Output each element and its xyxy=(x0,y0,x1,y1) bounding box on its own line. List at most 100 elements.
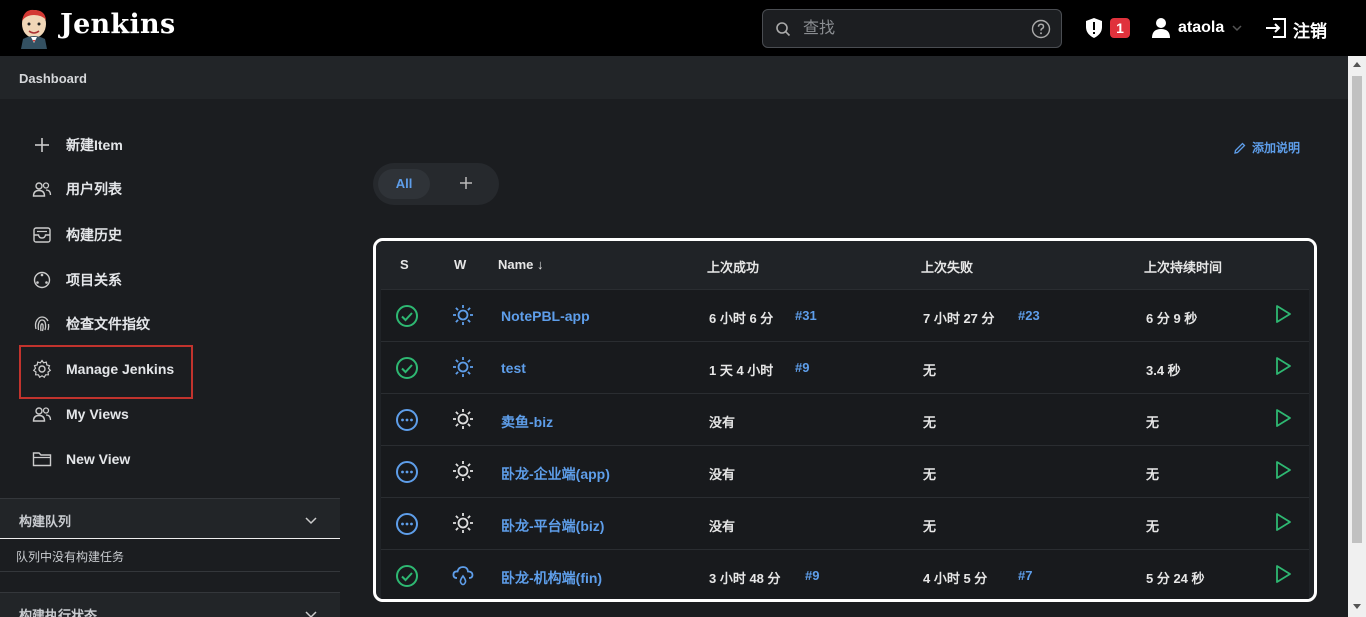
last-success-build-link[interactable]: #9 xyxy=(795,360,809,375)
weather-sunny-icon xyxy=(453,305,473,325)
weather-sunny-icon xyxy=(453,409,473,429)
folder-icon xyxy=(32,452,52,467)
search-box[interactable] xyxy=(762,9,1062,48)
sidebar-item-my-views[interactable]: My Views xyxy=(32,400,129,428)
logout-link[interactable]: 注销 xyxy=(1293,17,1327,42)
weather-sunny-icon xyxy=(453,461,473,481)
status-success-icon[interactable] xyxy=(395,564,419,588)
job-name-link[interactable]: NotePBL-app xyxy=(501,308,590,324)
chevron-down-icon[interactable] xyxy=(1231,22,1243,34)
sidebar-item-manage-jenkins[interactable]: Manage Jenkins xyxy=(32,355,174,383)
col-last-duration-header[interactable]: 上次持续时间 xyxy=(1144,257,1222,276)
scroll-thumb[interactable] xyxy=(1352,76,1362,543)
jenkins-logo-icon[interactable] xyxy=(18,7,50,49)
play-build-icon[interactable] xyxy=(1274,460,1292,480)
security-shield-icon[interactable] xyxy=(1084,17,1104,39)
last-failure-build-link[interactable]: #23 xyxy=(1018,308,1040,323)
sidebar-item-label: My Views xyxy=(66,406,129,422)
last-failure-build-link[interactable]: #7 xyxy=(1018,568,1032,583)
last-failure-text: 无 xyxy=(923,363,937,378)
col-status-header[interactable]: S xyxy=(400,257,409,272)
fingerprint-icon xyxy=(34,316,50,332)
build-queue-body: 队列中没有构建任务 xyxy=(0,538,340,572)
logout-icon[interactable] xyxy=(1264,17,1288,39)
sidebar-item-label: 检查文件指纹 xyxy=(66,316,150,332)
build-queue-header[interactable]: 构建队列 xyxy=(0,498,340,538)
col-weather-header[interactable]: W xyxy=(454,257,466,272)
table-row: NotePBL-app 6 小时 6 分 #31 7 小时 27 分 #23 6 分 9 … xyxy=(381,289,1309,341)
weather-sunny-icon xyxy=(453,513,473,533)
col-last-success-header[interactable]: 上次成功 xyxy=(707,257,759,276)
sidebar-item-label: 项目关系 xyxy=(66,272,122,288)
status-not-built-icon[interactable] xyxy=(395,408,419,432)
gear-icon xyxy=(32,359,52,379)
sidebar-item-new-item[interactable]: 新建Item xyxy=(32,131,123,159)
job-name-link[interactable]: 卧龙-机构端(fin) xyxy=(501,568,602,588)
last-success-text: 没有 xyxy=(709,519,736,534)
page-scrollbar[interactable] xyxy=(1348,56,1366,617)
last-success-build-link[interactable]: #9 xyxy=(805,568,819,583)
breadcrumb-bar: Dashboard xyxy=(0,56,1366,99)
relationship-icon xyxy=(33,271,51,289)
jobs-table: S W Name ↓ 上次成功 上次失败 上次持续时间 NotePBL-app 6… xyxy=(373,238,1317,602)
job-name-link[interactable]: 卧龙-平台端(biz) xyxy=(501,516,604,536)
help-icon[interactable] xyxy=(1031,19,1051,39)
job-name-link[interactable]: 卖鱼-biz xyxy=(501,412,553,432)
username-link[interactable]: ataola xyxy=(1178,19,1224,37)
table-row: 卧龙-机构端(fin) 3 小时 48 分 #9 4 小时 5 分 #7 5 分 24 秒 xyxy=(381,549,1309,599)
sidebar-item-fingerprint[interactable]: 检查文件指纹 xyxy=(32,310,150,338)
job-name-link[interactable]: test xyxy=(501,360,526,376)
last-failure-text: 无 xyxy=(923,467,937,482)
scroll-down-arrow-icon[interactable] xyxy=(1353,604,1361,609)
executor-status-header[interactable]: 构建执行状态 xyxy=(0,592,340,617)
weather-cloudy-icon xyxy=(452,566,474,586)
last-failure-text: 4 小时 5 分 xyxy=(923,571,988,586)
people-icon xyxy=(32,407,52,422)
people-icon xyxy=(32,182,52,197)
add-view-plus-icon[interactable] xyxy=(455,172,477,194)
breadcrumb-dashboard[interactable]: Dashboard xyxy=(19,71,87,86)
status-success-icon[interactable] xyxy=(395,356,419,380)
chevron-down-icon[interactable] xyxy=(304,607,318,617)
job-name-link[interactable]: 卧龙-企业端(app) xyxy=(501,464,610,484)
sidebar-item-project-relationship[interactable]: 项目关系 xyxy=(32,266,122,294)
chevron-down-icon[interactable] xyxy=(304,513,318,527)
last-failure-text: 无 xyxy=(923,519,937,534)
play-build-icon[interactable] xyxy=(1274,356,1292,376)
sidebar-item-build-history[interactable]: 构建历史 xyxy=(32,221,122,249)
sidebar-item-users[interactable]: 用户列表 xyxy=(32,175,122,203)
last-duration-text: 无 xyxy=(1146,519,1160,534)
col-last-failure-header[interactable]: 上次失败 xyxy=(921,257,973,276)
last-success-build-link[interactable]: #31 xyxy=(795,308,817,323)
col-name-header[interactable]: Name ↓ xyxy=(498,257,544,272)
table-row: 卧龙-企业端(app) 没有 无 无 xyxy=(381,445,1309,497)
play-build-icon[interactable] xyxy=(1274,304,1292,324)
last-success-text: 6 小时 6 分 xyxy=(709,311,774,326)
play-build-icon[interactable] xyxy=(1274,564,1292,584)
status-not-built-icon[interactable] xyxy=(395,512,419,536)
status-success-icon[interactable] xyxy=(395,304,419,328)
last-failure-text: 7 小时 27 分 xyxy=(923,311,995,326)
notification-badge[interactable]: 1 xyxy=(1110,18,1130,38)
tab-all[interactable]: All xyxy=(378,169,430,199)
last-duration-text: 3.4 秒 xyxy=(1146,363,1181,378)
scroll-up-arrow-icon[interactable] xyxy=(1353,62,1361,67)
add-description-link[interactable]: 添加说明 xyxy=(1233,139,1300,156)
sidebar-item-new-view[interactable]: New View xyxy=(32,445,130,473)
build-queue-empty-text: 队列中没有构建任务 xyxy=(16,550,125,564)
inbox-icon xyxy=(33,227,51,243)
table-row: test 1 天 4 小时 #9 无 3.4 秒 xyxy=(381,341,1309,393)
last-success-text: 1 天 4 小时 xyxy=(709,363,774,378)
play-build-icon[interactable] xyxy=(1274,512,1292,532)
last-success-text: 没有 xyxy=(709,467,736,482)
last-duration-text: 无 xyxy=(1146,415,1160,430)
search-input[interactable] xyxy=(803,18,1013,40)
user-icon[interactable] xyxy=(1151,17,1171,39)
sidebar-item-label: Manage Jenkins xyxy=(66,361,175,377)
status-not-built-icon[interactable] xyxy=(395,460,419,484)
view-tabs: All xyxy=(373,163,499,205)
brand-title[interactable]: Jenkins xyxy=(60,9,175,40)
last-success-text: 没有 xyxy=(709,415,736,430)
sidebar-item-label: 新建Item xyxy=(66,137,123,153)
play-build-icon[interactable] xyxy=(1274,408,1292,428)
